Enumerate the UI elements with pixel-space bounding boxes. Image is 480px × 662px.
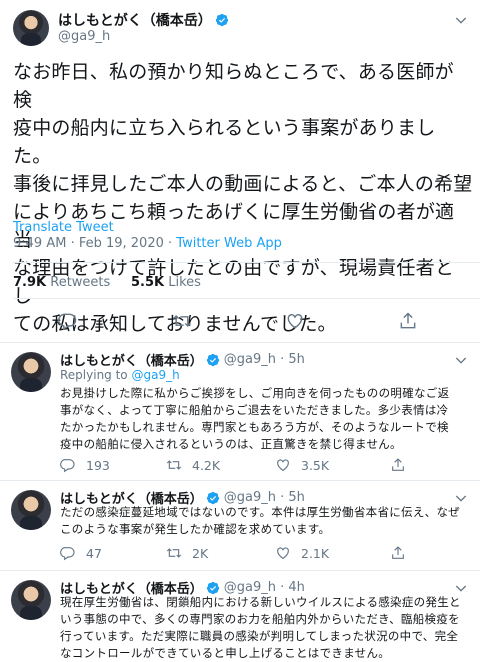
reply-icon <box>60 457 76 473</box>
share-action[interactable] <box>390 545 406 561</box>
reply-text-line: なコントロールができていると申し上げることはできません。 <box>60 646 391 660</box>
retweets-count: 7.9K <box>13 275 47 290</box>
author-row[interactable]: はしもとがく（橋本岳） @ga9_h · 5h <box>60 350 305 369</box>
reply-text-line: 行っています。ただ実際に職員の感染が判明してしまった状況の中で、完全 <box>60 629 459 643</box>
reply-text-line: お見掛けした際に私からご挨拶をし、ご用向きを伺ったものの明確なご返 <box>60 386 450 400</box>
author-row[interactable]: はしもとがく（橋本岳） <box>58 10 229 30</box>
avatar[interactable] <box>13 10 49 46</box>
reply-text-line: ただの感染症蔓延地域ではないのです。本件は厚生労働省本省に伝え、なぜ <box>60 505 461 519</box>
like-icon[interactable] <box>285 311 305 331</box>
like-count: 2.1K <box>301 545 330 561</box>
retweets-label: Retweets <box>46 275 111 290</box>
source-app-link[interactable]: Twitter Web App <box>176 236 282 251</box>
reply-tweet[interactable]: はしもとがく（橋本岳） @ga9_h · 4h 現在厚生労働省は、閉鎖船内におけ… <box>0 570 480 662</box>
reply-text-line: このような事案が発生したか確認を求めています。 <box>60 522 331 536</box>
reply-text-line: 事がなく、よって丁寧に船舶からご退去をいただきました。多少表情は冷 <box>60 403 449 417</box>
verified-badge-icon <box>206 581 220 595</box>
chevron-down-icon[interactable] <box>453 352 469 368</box>
retweet-icon <box>166 545 182 561</box>
main-tweet: はしもとがく（橋本岳） @ga9_h なお昨日、私の預かり知らぬところで、ある医… <box>0 0 480 342</box>
verified-badge-icon <box>206 353 220 367</box>
replying-to: Replying to @ga9_h <box>60 368 180 382</box>
share-icon[interactable] <box>398 311 418 331</box>
reply-count: 193 <box>86 457 110 473</box>
likes-count: 5.5K <box>130 275 165 290</box>
verified-badge-icon <box>206 491 220 505</box>
reply-tweet[interactable]: はしもとがく（橋本岳） @ga9_h · 5h ただの感染症蔓延地域ではないので… <box>0 480 480 570</box>
tweet-text-line: なお昨日、私の預かり知らぬところで、ある医師が検 <box>13 61 454 111</box>
reply-tweet[interactable]: はしもとがく（橋本岳） @ga9_h · 5h Replying to @ga9… <box>0 342 480 480</box>
reply-text-line: たかったかもしれません。専門家ともあろう方が、そのようなルートで検 <box>60 420 449 434</box>
tweet-text-line: 疫中の船内に立ち入られるという事案がありました。 <box>13 117 436 167</box>
like-action[interactable]: 3.5K <box>275 457 329 473</box>
tweet-text: なお昨日、私の預かり知らぬところで、ある医師が検 疫中の船内に立ち入られるという… <box>13 58 473 338</box>
translate-tweet-link[interactable]: Translate Tweet <box>13 220 114 235</box>
engagement-stats: 7.9K Retweets 5.5K Likes <box>13 275 201 290</box>
avatar[interactable] <box>11 490 51 530</box>
retweet-icon[interactable] <box>172 311 192 331</box>
tweet-text-line: 事後に拝見したご本人の動画によると、ご本人の希望 <box>13 173 473 195</box>
reply-actions: 193 4.2K 3.5K <box>60 457 460 473</box>
verified-badge-icon <box>215 13 229 27</box>
like-icon <box>275 545 291 561</box>
avatar[interactable] <box>11 352 51 392</box>
replying-prefix: Replying to <box>60 368 132 382</box>
likes-stat[interactable]: 5.5K Likes <box>131 275 201 290</box>
like-action[interactable]: 2.1K <box>275 545 329 561</box>
display-name[interactable]: はしもとがく（橋本岳） <box>58 10 212 30</box>
reply-text: ただの感染症蔓延地域ではないのです。本件は厚生労働省本省に伝え、なぜ このような… <box>60 504 472 538</box>
divider <box>13 298 480 299</box>
display-name[interactable]: はしもとがく（橋本岳） <box>60 350 203 369</box>
reply-text-line: いう事態の中で、多くの専門家のお力を船舶内外からいただき、臨船検疫を <box>60 612 460 626</box>
retweet-count: 2K <box>192 545 209 561</box>
handle[interactable]: @ga9_h <box>58 29 110 44</box>
retweet-action[interactable]: 4.2K <box>166 457 220 473</box>
reply-text: 現在厚生労働省は、閉鎖船内における新しいウイルスによる感染症の発生と いう事態の… <box>60 594 472 662</box>
retweet-icon <box>166 457 182 473</box>
likes-label: Likes <box>164 275 201 290</box>
reply-text-line: 疫中の船舶に侵入されるというのは、正直驚きを禁じ得ません。 <box>60 437 402 451</box>
share-icon <box>390 457 406 473</box>
share-action[interactable] <box>390 457 406 473</box>
replying-handle-link[interactable]: @ga9_h <box>131 368 179 382</box>
handle-and-time[interactable]: @ga9_h · 4h <box>224 580 305 595</box>
retweet-action[interactable]: 2K <box>166 545 208 561</box>
tweet-timestamp: 9:49 AM · Feb 19, 2020 · Twitter Web App <box>13 236 282 251</box>
like-count: 3.5K <box>301 457 330 473</box>
divider <box>13 262 480 263</box>
reply-text: お見掛けした際に私からご挨拶をし、ご用向きを伺ったものの明確なご返 事がなく、よ… <box>60 385 472 453</box>
like-icon <box>275 457 291 473</box>
reply-count: 47 <box>86 545 102 561</box>
reply-icon[interactable] <box>58 311 78 331</box>
retweet-count: 4.2K <box>192 457 221 473</box>
share-icon <box>390 545 406 561</box>
chevron-down-icon[interactable] <box>453 12 469 28</box>
reply-text-line: 現在厚生労働省は、閉鎖船内における新しいウイルスによる感染症の発生と <box>60 595 461 609</box>
retweets-stat[interactable]: 7.9K Retweets <box>13 275 110 290</box>
reply-action[interactable]: 47 <box>60 545 102 561</box>
avatar[interactable] <box>11 580 51 620</box>
handle-and-time[interactable]: @ga9_h · 5h <box>224 352 305 367</box>
reply-actions: 47 2K 2.1K <box>60 545 460 561</box>
timestamp-text[interactable]: 9:49 AM · Feb 19, 2020 · <box>13 236 176 251</box>
handle-and-time[interactable]: @ga9_h · 5h <box>224 490 305 505</box>
reply-icon <box>60 545 76 561</box>
reply-action[interactable]: 193 <box>60 457 110 473</box>
tweet-actions <box>0 308 480 334</box>
